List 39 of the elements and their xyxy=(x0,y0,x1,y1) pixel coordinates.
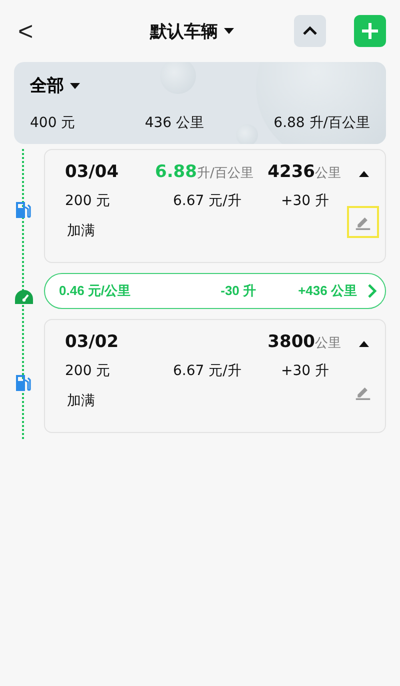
consumption-value: 6.88 xyxy=(155,162,197,182)
price-text: 6.67 元/升 xyxy=(173,192,242,210)
cost-text: 200 元 xyxy=(65,362,112,380)
plus-icon xyxy=(361,22,379,40)
volume-text: +30 升 xyxy=(281,362,329,380)
chevron-up-icon xyxy=(302,26,318,36)
chevron-right-icon xyxy=(367,284,377,298)
average-consumption: 6.88 升/百公里 xyxy=(274,114,370,132)
fuel-pump-icon xyxy=(14,374,32,392)
fuel-pump-icon xyxy=(14,201,32,219)
odometer-unit: 公里 xyxy=(315,336,341,351)
collapse-button[interactable] xyxy=(294,15,326,47)
odometer-value: 3800 xyxy=(268,332,315,352)
total-cost: 400 元 xyxy=(30,114,76,132)
volume-text: +30 升 xyxy=(281,192,329,210)
cost-text: 200 元 xyxy=(65,192,112,210)
back-button[interactable]: < xyxy=(14,16,50,46)
note-text: 加满 xyxy=(67,393,95,409)
record-date: 03/04 xyxy=(65,162,120,182)
cost-per-km: 0.46 元/公里 xyxy=(59,282,132,300)
fuel-used: -30 升 xyxy=(220,282,258,300)
odometer-value: 4236 xyxy=(268,162,315,182)
bubble-decoration xyxy=(160,62,196,94)
speedometer-icon xyxy=(14,289,34,305)
price-text: 6.67 元/升 xyxy=(173,362,242,380)
filter-dropdown[interactable]: 全部 xyxy=(30,74,80,97)
caret-icon xyxy=(359,341,369,347)
caret-icon xyxy=(224,28,234,34)
caret-icon xyxy=(70,82,80,88)
segment-distance: +436 公里 xyxy=(298,282,357,300)
add-button[interactable] xyxy=(354,15,386,47)
odometer-unit: 公里 xyxy=(315,166,341,181)
vehicle-selector[interactable]: 默认车辆 xyxy=(100,18,284,44)
consumption-unit: 升/百公里 xyxy=(196,166,254,181)
caret-icon xyxy=(359,171,369,177)
note-text: 加满 xyxy=(67,223,95,239)
total-distance: 436 公里 xyxy=(144,114,204,132)
edit-button[interactable] xyxy=(347,206,379,238)
record-date: 03/02 xyxy=(65,332,120,352)
